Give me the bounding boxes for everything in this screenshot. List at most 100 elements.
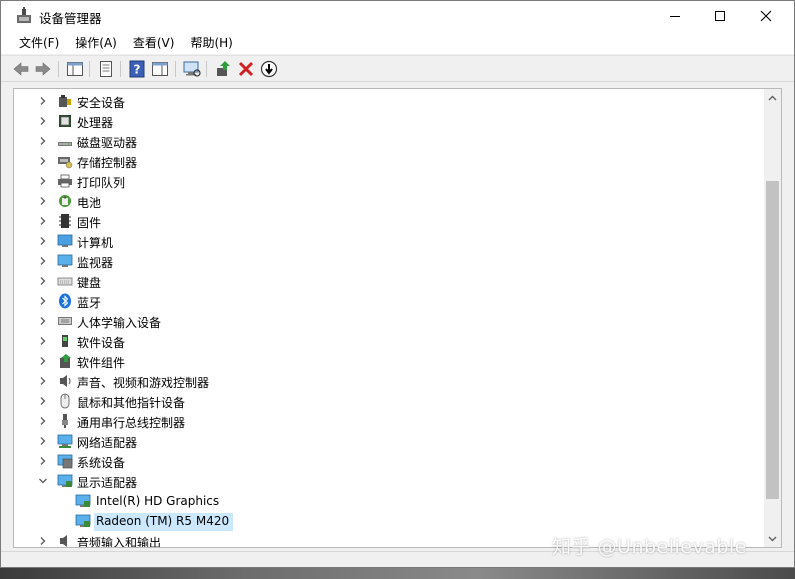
- chevron-right-icon[interactable]: [38, 436, 48, 446]
- display-adapter-icon: [75, 514, 91, 527]
- help-icon[interactable]: ?: [127, 59, 147, 79]
- display-adapter-icon: [75, 494, 91, 507]
- audio-io-icon: [60, 535, 67, 547]
- system-device-icon: [57, 454, 73, 469]
- tree-item-category[interactable]: 处理器: [14, 111, 759, 131]
- chevron-right-icon[interactable]: [38, 536, 48, 546]
- chevron-right-icon[interactable]: [38, 96, 48, 106]
- tree-item-label: 电池: [77, 196, 102, 210]
- minimize-button[interactable]: [652, 1, 698, 31]
- chevron-right-icon[interactable]: [38, 176, 48, 186]
- tree-item-device[interactable]: Intel(R) HD Graphics: [14, 491, 759, 511]
- forward-arrow-icon[interactable]: [33, 59, 53, 79]
- keyboard-icon: [57, 277, 73, 286]
- tree-item-label: 系统设备: [77, 456, 126, 470]
- close-icon: [760, 10, 772, 22]
- tree-item-category[interactable]: 人体学输入设备: [14, 311, 759, 331]
- scrollbar-thumb[interactable]: [766, 181, 779, 499]
- usb-icon: [62, 414, 68, 428]
- title-bar[interactable]: 设备管理器: [1, 1, 794, 31]
- chevron-right-icon[interactable]: [38, 336, 48, 346]
- tree-item-category[interactable]: 通用串行总线控制器: [14, 411, 759, 431]
- chevron-right-icon[interactable]: [38, 196, 48, 206]
- toolbar-separator: [58, 61, 59, 77]
- tree-item-label: 通用串行总线控制器: [77, 416, 186, 430]
- tree-item-category[interactable]: 电池: [14, 191, 759, 211]
- display-adapter-icon: [57, 474, 73, 487]
- chevron-right-icon[interactable]: [38, 276, 48, 286]
- chevron-right-icon[interactable]: [38, 116, 48, 126]
- monitor-icon: [57, 254, 73, 267]
- tree-item-category[interactable]: 打印队列: [14, 171, 759, 191]
- menu-action[interactable]: 操作(A): [67, 32, 125, 53]
- computer-icon: [57, 234, 73, 247]
- tree-item-category[interactable]: 磁盘驱动器: [14, 131, 759, 151]
- chevron-right-icon[interactable]: [38, 256, 48, 266]
- desktop-background: [0, 568, 795, 579]
- device-tree[interactable]: 安全设备 处理器磁盘驱动器 存储控制器打印队列电池 固件 计算机监视器 键盘 蓝牙人体学输入…: [13, 88, 782, 548]
- chevron-down-icon[interactable]: [38, 476, 48, 486]
- chevron-right-icon[interactable]: [38, 376, 48, 386]
- tree-item-category[interactable]: 键盘: [14, 271, 759, 291]
- scroll-down-button[interactable]: [764, 530, 781, 547]
- chevron-right-icon[interactable]: [38, 396, 48, 406]
- tree-item-category[interactable]: 计算机: [14, 231, 759, 251]
- vertical-scrollbar[interactable]: [764, 89, 781, 547]
- action-pane-icon[interactable]: [150, 59, 170, 79]
- tree-item-category[interactable]: 网络适配器: [14, 431, 759, 451]
- chevron-right-icon[interactable]: [38, 296, 48, 306]
- tree-item-category[interactable]: 存储控制器: [14, 151, 759, 171]
- disable-icon[interactable]: [259, 59, 279, 79]
- tree-item-category[interactable]: 软件设备: [14, 331, 759, 351]
- watermark: 知乎 @Unbelievable: [552, 536, 747, 558]
- chevron-right-icon[interactable]: [38, 456, 48, 466]
- chevron-right-icon[interactable]: [38, 156, 48, 166]
- chevron-right-icon[interactable]: [38, 416, 48, 426]
- update-driver-icon[interactable]: [213, 59, 233, 79]
- menu-help[interactable]: 帮助(H): [182, 32, 240, 53]
- close-button[interactable]: [743, 1, 789, 31]
- chevron-right-icon[interactable]: [38, 236, 48, 246]
- minimize-icon: [670, 16, 680, 17]
- show-hide-tree-icon[interactable]: [65, 59, 85, 79]
- tree-item-device[interactable]: Radeon (TM) R5 M420: [14, 511, 759, 531]
- chevron-right-icon[interactable]: [38, 216, 48, 226]
- tree-item-label: 磁盘驱动器: [77, 136, 138, 150]
- tree-item-category[interactable]: 声音、视频和游戏控制器: [14, 371, 759, 391]
- chevron-right-icon[interactable]: [38, 136, 48, 146]
- tree-item-label: 监视器: [77, 256, 114, 270]
- toolbar-separator: [175, 61, 176, 77]
- svg-text:?: ?: [134, 63, 141, 77]
- properties-icon[interactable]: [96, 59, 116, 79]
- tree-item-category[interactable]: 监视器: [14, 251, 759, 271]
- menu-file[interactable]: 文件(F): [11, 32, 67, 53]
- maximize-icon: [715, 11, 725, 21]
- chevron-right-icon[interactable]: [38, 356, 48, 366]
- tree-item-category[interactable]: 鼠标和其他指针设备: [14, 391, 759, 411]
- tree-item-display-adapters[interactable]: 显示适配器: [14, 471, 759, 491]
- sound-icon: [60, 375, 71, 387]
- hid-icon: [58, 317, 72, 325]
- uninstall-icon[interactable]: [236, 59, 256, 79]
- battery-icon: [59, 195, 71, 207]
- tree-item-label: 打印队列: [77, 176, 126, 190]
- tree-item-label: Intel(R) HD Graphics: [96, 494, 220, 508]
- tree-item-label: 人体学输入设备: [77, 316, 162, 330]
- back-arrow-icon[interactable]: [11, 59, 31, 79]
- tree-item-label: 软件设备: [77, 336, 126, 350]
- scan-hardware-icon[interactable]: [182, 59, 202, 79]
- tree-item-category[interactable]: 系统设备: [14, 451, 759, 471]
- tree-item-category[interactable]: 蓝牙: [14, 291, 759, 311]
- tree-item-category[interactable]: 安全设备: [14, 91, 759, 111]
- menu-view[interactable]: 查看(V): [125, 32, 183, 53]
- chevron-right-icon[interactable]: [38, 316, 48, 326]
- maximize-button[interactable]: [697, 1, 743, 31]
- toolbar: ?: [1, 55, 794, 82]
- chevron-up-icon: [768, 95, 777, 100]
- tree-item-category[interactable]: 固件: [14, 211, 759, 231]
- tree-item-label: 音频输入和输出: [77, 536, 162, 548]
- scroll-up-button[interactable]: [764, 89, 781, 106]
- storage-controller-icon: [58, 157, 73, 169]
- chevron-down-icon: [768, 536, 777, 541]
- tree-item-category[interactable]: 软件组件: [14, 351, 759, 371]
